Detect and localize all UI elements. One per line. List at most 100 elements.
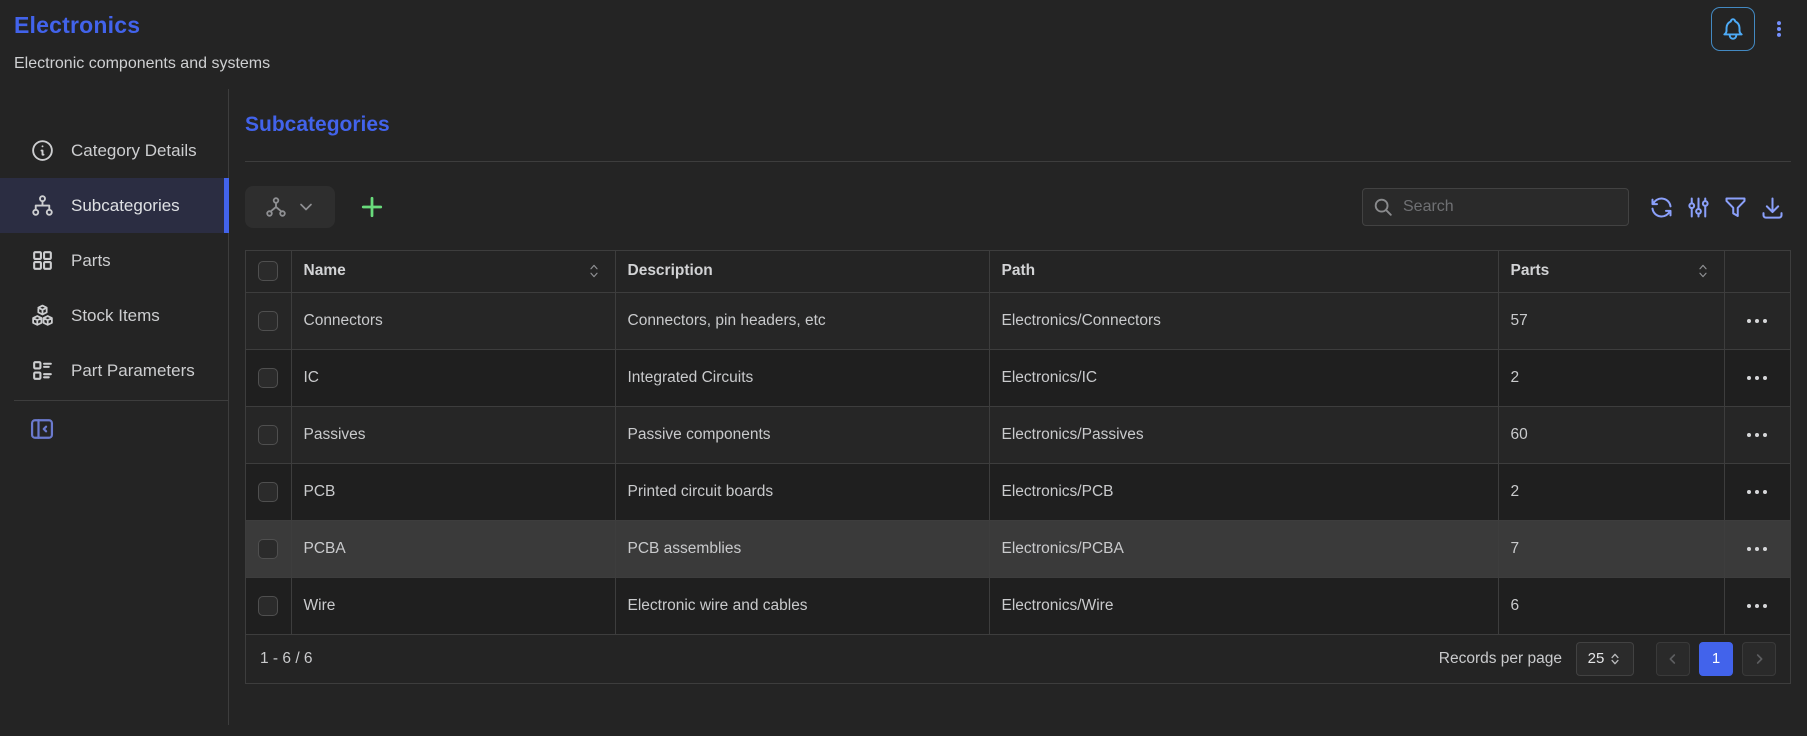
cell-name: Wire bbox=[291, 577, 615, 634]
row-actions-button[interactable] bbox=[1744, 428, 1770, 442]
chevron-right-icon bbox=[1751, 651, 1767, 667]
sidebar-item-subcategories[interactable]: Subcategories bbox=[0, 178, 228, 233]
select-all-checkbox[interactable] bbox=[258, 261, 278, 281]
cell-description: PCB assemblies bbox=[615, 520, 989, 577]
sidebar-item-label: Category Details bbox=[71, 141, 197, 161]
cell-parts: 2 bbox=[1498, 349, 1724, 406]
row-checkbox[interactable] bbox=[258, 425, 278, 445]
next-page-button[interactable] bbox=[1742, 642, 1776, 676]
dots-horizontal-icon bbox=[1744, 314, 1770, 328]
table-row[interactable]: Passives Passive components Electronics/… bbox=[246, 406, 1790, 463]
cell-name: IC bbox=[291, 349, 615, 406]
sort-icon[interactable] bbox=[585, 262, 603, 280]
cell-name: Passives bbox=[291, 406, 615, 463]
table-row[interactable]: IC Integrated Circuits Electronics/IC 2 bbox=[246, 349, 1790, 406]
table-row-highlighted[interactable]: PCBA PCB assemblies Electronics/PCBA 7 bbox=[246, 520, 1790, 577]
row-checkbox[interactable] bbox=[258, 311, 278, 331]
cell-description: Printed circuit boards bbox=[615, 463, 989, 520]
records-per-page-select[interactable]: 25 bbox=[1576, 642, 1634, 676]
row-checkbox[interactable] bbox=[258, 596, 278, 616]
search-input[interactable] bbox=[1362, 188, 1629, 226]
info-circle-icon bbox=[30, 138, 55, 163]
download-icon bbox=[1759, 194, 1786, 221]
column-header-name[interactable]: Name bbox=[291, 251, 615, 292]
cell-path: Electronics/PCB bbox=[989, 463, 1498, 520]
column-header-description[interactable]: Description bbox=[615, 251, 989, 292]
cell-description: Connectors, pin headers, etc bbox=[615, 292, 989, 349]
sidebar-item-label: Parts bbox=[71, 251, 111, 271]
records-per-page-label: Records per page bbox=[1439, 650, 1562, 668]
column-header-actions bbox=[1724, 251, 1790, 292]
sitemap-icon bbox=[30, 193, 55, 218]
table-row[interactable]: Wire Electronic wire and cables Electron… bbox=[246, 577, 1790, 634]
previous-page-button[interactable] bbox=[1656, 642, 1690, 676]
table-header-row: Name Description bbox=[246, 251, 1790, 292]
grid-icon bbox=[30, 248, 55, 273]
column-settings-button[interactable] bbox=[1680, 190, 1717, 225]
tree-view-button[interactable] bbox=[245, 186, 335, 228]
row-actions-button[interactable] bbox=[1744, 485, 1770, 499]
cell-path: Electronics/Connectors bbox=[989, 292, 1498, 349]
selector-icon bbox=[1608, 651, 1622, 667]
cell-parts: 57 bbox=[1498, 292, 1724, 349]
search-icon bbox=[1372, 196, 1394, 218]
cell-parts: 7 bbox=[1498, 520, 1724, 577]
column-header-parts[interactable]: Parts bbox=[1498, 251, 1724, 292]
refresh-button[interactable] bbox=[1643, 190, 1680, 225]
cell-description: Passive components bbox=[615, 406, 989, 463]
dots-horizontal-icon bbox=[1744, 542, 1770, 556]
table-row[interactable]: PCB Printed circuit boards Electronics/P… bbox=[246, 463, 1790, 520]
overflow-menu-button[interactable] bbox=[1765, 7, 1793, 51]
row-checkbox[interactable] bbox=[258, 482, 278, 502]
row-actions-button[interactable] bbox=[1744, 314, 1770, 328]
sidebar-collapse-button[interactable] bbox=[28, 415, 56, 443]
page-1-button[interactable]: 1 bbox=[1699, 642, 1733, 676]
dots-horizontal-icon bbox=[1744, 371, 1770, 385]
adjustments-icon bbox=[1685, 194, 1712, 221]
sort-icon[interactable] bbox=[1694, 262, 1712, 280]
sidebar-item-category-details[interactable]: Category Details bbox=[0, 123, 228, 178]
plus-icon bbox=[357, 192, 387, 222]
dots-vertical-icon bbox=[1769, 15, 1789, 43]
cell-name: Connectors bbox=[291, 292, 615, 349]
table-toolbar bbox=[245, 186, 1791, 228]
cell-path: Electronics/Passives bbox=[989, 406, 1498, 463]
row-checkbox[interactable] bbox=[258, 368, 278, 388]
dots-horizontal-icon bbox=[1744, 485, 1770, 499]
main-panel: Subcategories bbox=[229, 89, 1807, 725]
row-checkbox[interactable] bbox=[258, 539, 278, 559]
page-title: Electronics bbox=[14, 12, 1789, 39]
subcategories-table: Name Description bbox=[245, 250, 1791, 684]
cell-parts: 60 bbox=[1498, 406, 1724, 463]
sitemap-icon bbox=[264, 195, 288, 219]
page-subtitle: Electronic components and systems bbox=[14, 55, 1789, 73]
add-subcategory-button[interactable] bbox=[357, 192, 387, 222]
download-button[interactable] bbox=[1754, 190, 1791, 225]
cell-path: Electronics/IC bbox=[989, 349, 1498, 406]
table-row[interactable]: Connectors Connectors, pin headers, etc … bbox=[246, 292, 1790, 349]
sidebar-item-part-parameters[interactable]: Part Parameters bbox=[0, 343, 228, 398]
header-actions bbox=[1711, 7, 1793, 51]
cell-description: Electronic wire and cables bbox=[615, 577, 989, 634]
list-details-icon bbox=[30, 358, 55, 383]
sidebar: Category Details Subcategories Parts bbox=[0, 89, 229, 725]
notifications-button[interactable] bbox=[1711, 7, 1755, 51]
sidebar-item-parts[interactable]: Parts bbox=[0, 233, 228, 288]
sidebar-divider bbox=[14, 400, 228, 401]
page-header: Electronics Electronic components and sy… bbox=[0, 0, 1807, 89]
row-actions-button[interactable] bbox=[1744, 371, 1770, 385]
row-actions-button[interactable] bbox=[1744, 599, 1770, 613]
row-actions-button[interactable] bbox=[1744, 542, 1770, 556]
refresh-icon bbox=[1648, 194, 1675, 221]
dots-horizontal-icon bbox=[1744, 599, 1770, 613]
filter-button[interactable] bbox=[1717, 190, 1754, 225]
sidebar-item-label: Stock Items bbox=[71, 306, 160, 326]
chevron-down-icon bbox=[296, 197, 316, 217]
sidebar-item-stock-items[interactable]: Stock Items bbox=[0, 288, 228, 343]
cell-description: Integrated Circuits bbox=[615, 349, 989, 406]
column-header-path[interactable]: Path bbox=[989, 251, 1498, 292]
records-per-page-value: 25 bbox=[1588, 650, 1605, 667]
bell-icon bbox=[1720, 16, 1746, 42]
record-range-label: 1 - 6 / 6 bbox=[260, 650, 313, 668]
cell-parts: 6 bbox=[1498, 577, 1724, 634]
